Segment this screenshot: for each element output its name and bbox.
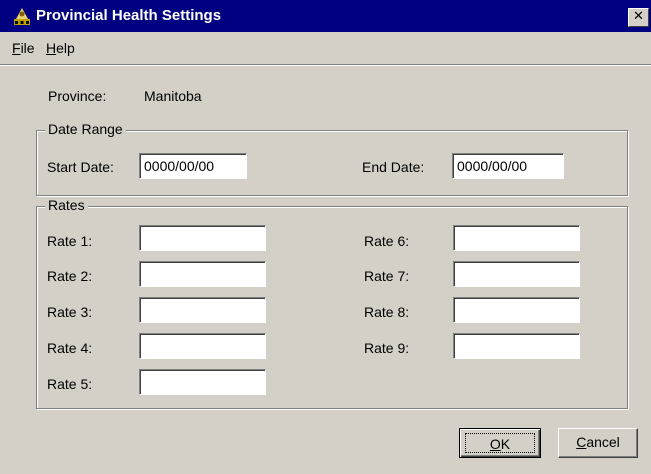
start-date-label: Start Date:: [47, 159, 114, 175]
rate-4-field[interactable]: [139, 333, 266, 359]
rate-8-field[interactable]: [453, 297, 580, 323]
rate-9-field[interactable]: [453, 333, 580, 359]
date-range-caption: Date Range: [45, 121, 126, 137]
app-icon: [12, 7, 32, 27]
cancel-label: ancel: [586, 434, 620, 450]
rate-4-label: Rate 4:: [47, 340, 93, 356]
menu-file-accel: F: [12, 40, 21, 56]
menu-bar: File Help: [0, 36, 651, 62]
title-bar[interactable]: Provincial Health Settings ✕: [0, 0, 651, 32]
end-date-field[interactable]: [452, 153, 564, 179]
cancel-button[interactable]: Cancel: [558, 428, 638, 458]
cancel-accel: C: [576, 434, 587, 450]
start-date-field[interactable]: [139, 153, 247, 179]
rate-6-label: Rate 6:: [364, 233, 410, 249]
ok-accel: O: [489, 436, 501, 452]
rate-3-field[interactable]: [139, 297, 266, 323]
menu-separator: [0, 64, 651, 66]
rate-2-field[interactable]: [139, 261, 266, 287]
dialog-window: Provincial Health Settings ✕ File Help P…: [0, 0, 651, 474]
rates-caption: Rates: [45, 197, 88, 213]
rate-3-label: Rate 3:: [47, 304, 93, 320]
ok-label: K: [500, 436, 511, 452]
menu-help-label: elp: [56, 40, 75, 56]
close-icon: ✕: [633, 9, 644, 24]
province-label: Province:: [48, 88, 107, 104]
menu-file-label: ile: [20, 40, 35, 56]
close-button[interactable]: ✕: [628, 8, 649, 27]
window-title: Provincial Health Settings: [36, 7, 222, 24]
menu-help[interactable]: Help: [46, 40, 75, 56]
rate-5-label: Rate 5:: [47, 376, 93, 392]
ok-focus-rect: OK: [465, 433, 535, 453]
ok-button[interactable]: OK: [459, 428, 541, 458]
rate-1-label: Rate 1:: [47, 233, 93, 249]
end-date-label: End Date:: [362, 159, 425, 175]
rate-6-field[interactable]: [453, 225, 580, 251]
rate-5-field[interactable]: [139, 369, 266, 395]
rate-2-label: Rate 2:: [47, 268, 93, 284]
rate-7-field[interactable]: [453, 261, 580, 287]
menu-help-accel: H: [46, 40, 57, 56]
rate-7-label: Rate 7:: [364, 268, 410, 284]
province-value: Manitoba: [144, 88, 202, 104]
rate-1-field[interactable]: [139, 225, 266, 251]
rate-9-label: Rate 9:: [364, 340, 410, 356]
rate-8-label: Rate 8:: [364, 304, 410, 320]
menu-file[interactable]: File: [12, 40, 35, 56]
